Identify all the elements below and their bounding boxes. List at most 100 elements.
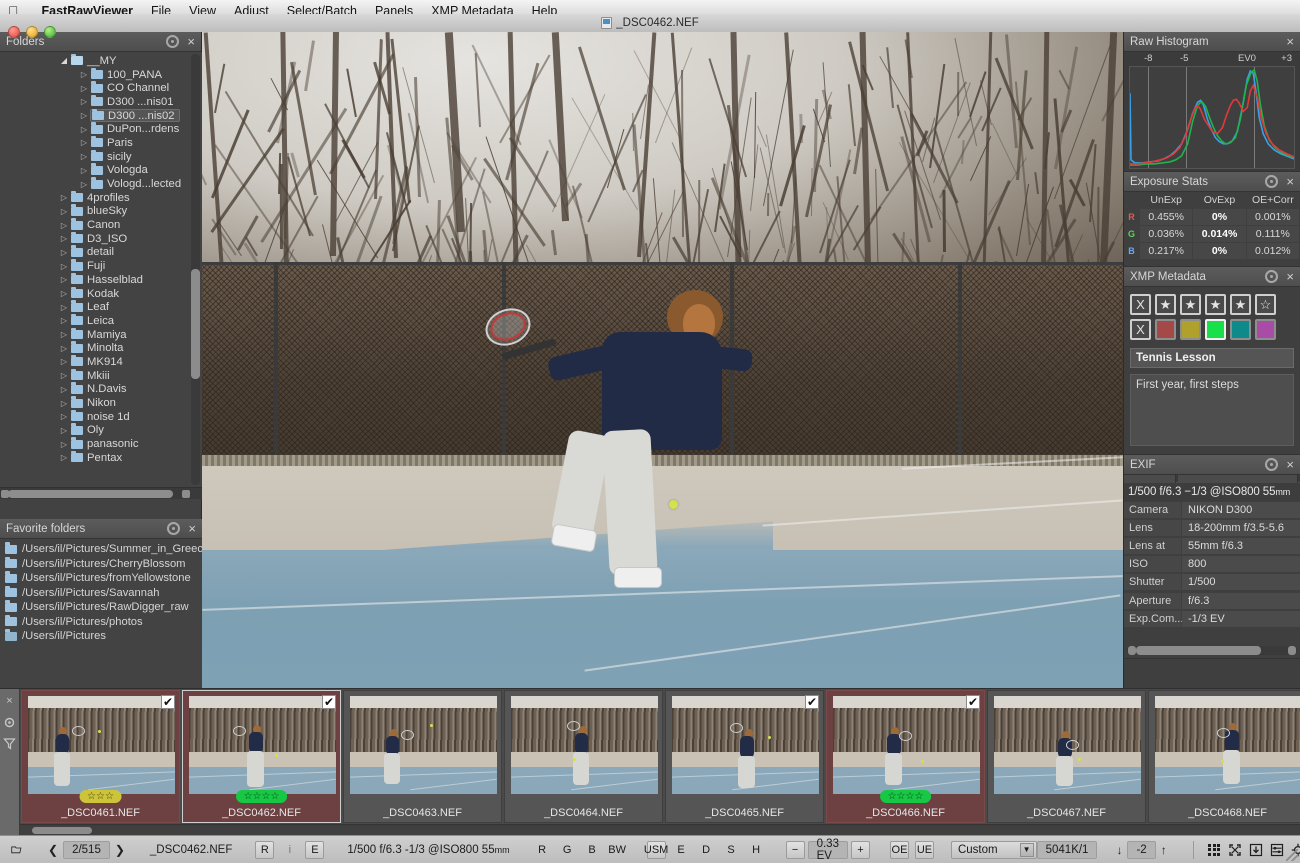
chevron-right-icon[interactable]: ▷	[58, 193, 70, 202]
folder-tree-item[interactable]: ▷ D3_ISO	[0, 231, 202, 246]
grid-icon[interactable]	[1207, 842, 1222, 857]
next-image-button[interactable]: ❯	[110, 843, 130, 857]
overexposure-button[interactable]: OE	[889, 840, 909, 859]
channel-button-g[interactable]: G	[558, 841, 577, 859]
chevron-right-icon[interactable]: ▷	[58, 371, 70, 380]
folder-tree-item[interactable]: ▷ noise 1d	[0, 409, 202, 424]
star-rating-button[interactable]: ★	[1230, 294, 1251, 315]
rating-stars[interactable]: X ★ ★ ★ ★ ☆	[1130, 294, 1294, 315]
color-label-button[interactable]	[1180, 319, 1201, 340]
favorite-folder-item[interactable]: /Users/il/Pictures/fromYellowstone	[0, 571, 202, 586]
folder-tree-item[interactable]: ▷ N.Davis	[0, 382, 202, 397]
chevron-right-icon[interactable]: ▷	[58, 399, 70, 408]
exif-tabs[interactable]	[1124, 475, 1300, 483]
folder-tree-item[interactable]: ▷ DuPon...rdens	[0, 122, 202, 136]
chevron-right-icon[interactable]: ▷	[58, 289, 70, 298]
chevron-right-icon[interactable]: ▷	[58, 262, 70, 271]
tint-decrease-button[interactable]: ↓	[1111, 843, 1127, 857]
folder-tree-item[interactable]: ▷ CO Channel	[0, 81, 202, 95]
mode-button-i[interactable]: i	[280, 841, 299, 859]
color-label-button[interactable]	[1155, 319, 1176, 340]
folder-tree-item[interactable]: ▷ Kodak	[0, 286, 202, 301]
star-rating-button[interactable]: ★	[1205, 294, 1226, 315]
color-label-button[interactable]	[1255, 319, 1276, 340]
chevron-right-icon[interactable]: ▷	[58, 330, 70, 339]
folder-tree-item[interactable]: ▷ blueSky	[0, 204, 202, 219]
chevron-right-icon[interactable]: ▷	[78, 138, 90, 147]
folder-tree-item[interactable]: ▷ Canon	[0, 218, 202, 232]
chevron-right-icon[interactable]: ▷	[58, 426, 70, 435]
folder-tree-item[interactable]: ▷ Vologda	[0, 163, 202, 178]
chevron-right-icon[interactable]: ▷	[78, 70, 90, 79]
folder-tree-item[interactable]: ▷ Leica	[0, 313, 202, 328]
folder-tree-item[interactable]: ▷ Minolta	[0, 341, 202, 355]
gear-icon[interactable]	[166, 35, 180, 48]
sharpen-button-s[interactable]: S	[722, 841, 741, 859]
exif-hscrollbar[interactable]	[1127, 646, 1297, 655]
chevron-down-icon[interactable]: ▼	[1019, 842, 1034, 857]
ev-increase-button[interactable]: +	[850, 840, 870, 859]
underexposure-button[interactable]: UE	[914, 840, 934, 859]
filmstrip-thumbnail[interactable]: ✔ ☆☆☆☆ _DSC0462.NEF	[182, 690, 341, 823]
sharpen-button-d[interactable]: D	[697, 841, 716, 859]
star-rating-button[interactable]: ☆	[1255, 294, 1276, 315]
folder-tree-hscrollbar[interactable]	[0, 487, 202, 499]
resize-grip[interactable]	[1286, 849, 1298, 861]
color-labels[interactable]: X	[1130, 319, 1294, 340]
chevron-right-icon[interactable]: ▷	[58, 316, 70, 325]
folder-tree-item[interactable]: ▷ Leaf	[0, 300, 202, 314]
close-icon[interactable]: ×	[187, 35, 195, 48]
close-icon[interactable]: ×	[1286, 270, 1294, 283]
chevron-right-icon[interactable]: ▷	[58, 453, 70, 462]
chevron-right-icon[interactable]: ▷	[78, 125, 90, 134]
folder-tree-vscrollbar[interactable]	[191, 54, 200, 485]
chevron-down-icon[interactable]: ◢	[58, 56, 70, 65]
filmstrip-thumbnail[interactable]: _DSC0464.NEF	[504, 690, 663, 823]
star-rating-button[interactable]: ★	[1180, 294, 1201, 315]
channel-button-r[interactable]: R	[533, 841, 552, 859]
channel-button-bw[interactable]: BW	[608, 841, 627, 859]
ev-decrease-button[interactable]: −	[785, 840, 805, 859]
white-balance-select[interactable]: Custom ▼	[950, 840, 1037, 859]
color-label-button[interactable]	[1230, 319, 1251, 340]
favorite-folder-item[interactable]: /Users/il/Pictures	[0, 629, 202, 644]
chevron-right-icon[interactable]: ▷	[78, 84, 90, 93]
chevron-right-icon[interactable]: ▷	[58, 440, 70, 449]
sharpen-button-usm[interactable]: USM	[644, 840, 668, 859]
thumbnail-rating[interactable]: ☆☆☆☆	[879, 790, 932, 803]
chevron-right-icon[interactable]: ▷	[58, 412, 70, 421]
raw-histogram-plot[interactable]: -8 -5 EV0 +3	[1124, 52, 1300, 171]
gear-icon[interactable]	[167, 522, 181, 535]
filmstrip-thumbnail[interactable]: _DSC0463.NEF	[343, 690, 502, 823]
folder-tree-item[interactable]: ▷ Mamiya	[0, 327, 202, 342]
chevron-right-icon[interactable]: ▷	[58, 248, 70, 257]
favorite-folder-item[interactable]: /Users/il/Pictures/Savannah	[0, 585, 202, 601]
thumbnail-rating[interactable]: ☆☆☆	[79, 790, 122, 803]
gear-icon[interactable]	[3, 716, 16, 729]
folder-tree-item[interactable]: ▷ 4profiles	[0, 190, 202, 205]
chevron-right-icon[interactable]: ▷	[78, 152, 90, 161]
chevron-right-icon[interactable]: ▷	[78, 180, 90, 189]
prev-image-button[interactable]: ❮	[43, 843, 63, 857]
gear-icon[interactable]	[1265, 270, 1279, 283]
folder-tree-item[interactable]: ▷ 100_PANA	[0, 67, 202, 82]
clear-color-label-button[interactable]: X	[1130, 319, 1151, 340]
color-label-button[interactable]	[1205, 319, 1226, 340]
close-icon[interactable]: ×	[1286, 458, 1294, 471]
folder-tree-item[interactable]: ▷ Oly	[0, 423, 202, 438]
channel-button-b[interactable]: B	[583, 841, 602, 859]
download-icon[interactable]	[1249, 842, 1264, 857]
favorite-folder-item[interactable]: /Users/il/Pictures/Summer_in_Greece	[0, 542, 209, 557]
gear-icon[interactable]	[1265, 458, 1279, 471]
thumbnail-rating[interactable]: ☆☆☆☆	[235, 790, 288, 803]
filmstrip-thumbnail[interactable]: _DSC0467.NEF	[987, 690, 1146, 823]
chevron-right-icon[interactable]: ▷	[58, 275, 70, 284]
folder-tree-item[interactable]: ▷ Fuji	[0, 259, 202, 273]
folder-tree-item[interactable]: ▷ D300 ...nis02	[0, 108, 202, 123]
image-viewer[interactable]	[202, 32, 1123, 688]
filter-icon[interactable]	[3, 737, 16, 750]
chevron-right-icon[interactable]: ▷	[78, 166, 90, 175]
filmstrip-scrollbar[interactable]	[20, 824, 1300, 835]
chevron-right-icon[interactable]: ▷	[58, 303, 70, 312]
filmstrip-thumbnail[interactable]: ✔ ☆☆☆ _DSC0461.NEF	[21, 690, 180, 823]
